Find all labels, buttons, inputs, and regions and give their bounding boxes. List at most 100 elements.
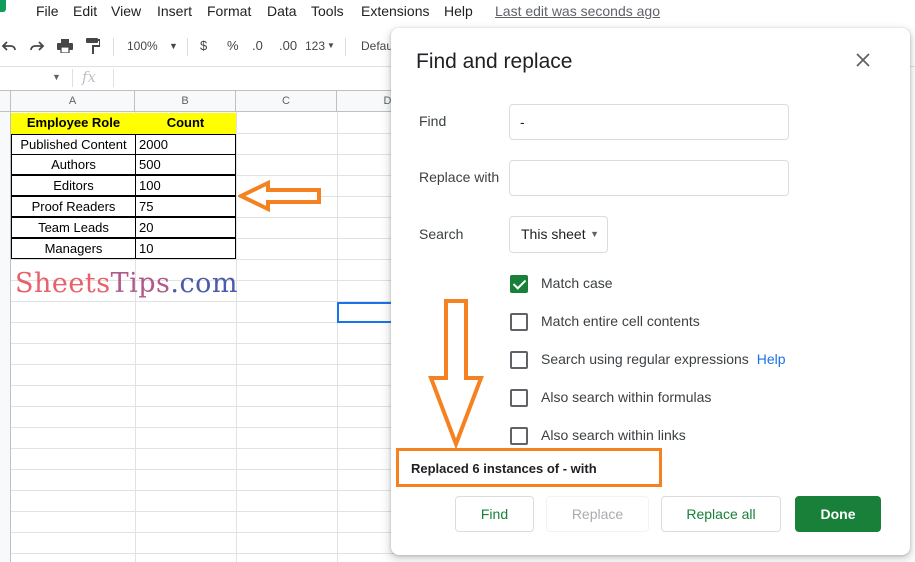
match-case-label: Match case <box>541 275 613 291</box>
search-scope-select[interactable]: This sheet ▼ <box>509 216 608 253</box>
replace-with-input[interactable] <box>509 160 789 196</box>
annotation-down-arrow-icon <box>428 299 484 448</box>
search-scope-value: This sheet <box>521 226 586 242</box>
formula-bar-divider <box>72 69 73 87</box>
find-label: Find <box>419 113 447 129</box>
watermark-part: Sheets <box>15 268 111 299</box>
menu-bar: File Edit View Insert Format Data Tools … <box>0 0 915 24</box>
find-button[interactable]: Find <box>455 496 534 532</box>
table-header-role[interactable]: Employee Role <box>11 113 136 134</box>
menu-view[interactable]: View <box>111 2 141 20</box>
match-entire-cell-checkbox[interactable] <box>510 313 528 331</box>
match-case-checkbox[interactable] <box>510 275 528 293</box>
name-box-chevron-down-icon[interactable]: ▼ <box>52 72 61 82</box>
chevron-down-icon: ▼ <box>590 229 599 239</box>
font-select[interactable]: Defau <box>361 30 393 62</box>
menu-tools[interactable]: Tools <box>311 2 344 20</box>
toolbar-divider <box>187 38 188 56</box>
menu-file[interactable]: File <box>36 2 59 20</box>
gridline <box>337 112 338 562</box>
spreadsheet-grid[interactable]: A B C D Employee Role Count Published Co… <box>0 90 420 562</box>
search-label: Search <box>419 226 464 242</box>
gridline <box>11 511 420 512</box>
column-header-a[interactable]: A <box>11 91 135 112</box>
watermark-part: Tips <box>110 268 171 299</box>
replace-status-message: Replaced 6 instances of - with <box>411 461 597 476</box>
gridline <box>236 112 237 562</box>
fx-icon: fx <box>82 68 97 86</box>
undo-icon[interactable] <box>0 30 18 62</box>
gridline <box>11 343 420 344</box>
increase-decimal-button[interactable]: .00 <box>279 30 297 62</box>
table-cell-count[interactable]: 500 <box>135 154 236 175</box>
active-cell-selection[interactable] <box>337 302 397 323</box>
table-cell-count[interactable]: 100 <box>135 175 236 196</box>
more-formats-button[interactable]: 123 <box>305 30 325 62</box>
done-button[interactable]: Done <box>795 496 881 532</box>
close-icon[interactable] <box>852 50 874 72</box>
more-formats-chevron-down-icon[interactable]: ▼ <box>327 30 335 62</box>
replace-all-button[interactable]: Replace all <box>661 496 781 532</box>
menu-data[interactable]: Data <box>267 2 297 20</box>
menu-edit[interactable]: Edit <box>73 2 97 20</box>
gridline <box>11 553 420 554</box>
table-header-count[interactable]: Count <box>135 113 236 134</box>
table-cell-role[interactable]: Published Content <box>11 134 136 155</box>
table-cell-count[interactable]: 75 <box>135 196 236 217</box>
find-input[interactable]: - <box>509 104 789 140</box>
select-all-corner[interactable] <box>0 91 11 112</box>
last-edit-link[interactable]: Last edit was seconds ago <box>495 2 660 20</box>
menu-help[interactable]: Help <box>444 2 473 20</box>
dialog-title: Find and replace <box>416 50 573 73</box>
gridline <box>11 364 420 365</box>
sheets-logo-icon[interactable] <box>0 0 6 12</box>
column-header-c[interactable]: C <box>236 91 337 112</box>
table-cell-count[interactable]: 10 <box>135 238 236 259</box>
paint-format-icon[interactable] <box>83 30 103 62</box>
gridline <box>11 490 420 491</box>
regex-label: Search using regular expressions <box>541 351 749 367</box>
print-icon[interactable] <box>55 30 75 62</box>
redo-icon[interactable] <box>27 30 47 62</box>
zoom-chevron-down-icon[interactable]: ▼ <box>169 30 178 62</box>
table-cell-role[interactable]: Team Leads <box>11 217 136 238</box>
sheetstips-watermark: SheetsTips.com <box>15 268 238 299</box>
replace-button[interactable]: Replace <box>546 496 649 532</box>
gridline <box>11 427 420 428</box>
search-links-checkbox[interactable] <box>510 427 528 445</box>
regex-checkbox[interactable] <box>510 351 528 369</box>
currency-format-button[interactable]: $ <box>200 30 207 62</box>
table-cell-count[interactable]: 2000 <box>135 134 236 155</box>
help-link[interactable]: Help <box>757 351 786 367</box>
zoom-select[interactable]: 100% <box>127 30 158 62</box>
table-cell-role[interactable]: Managers <box>11 238 136 259</box>
toolbar-divider <box>345 38 346 56</box>
find-replace-dialog: Find and replace Find - Replace with Sea… <box>391 28 910 555</box>
gridline <box>11 469 420 470</box>
column-header-b[interactable]: B <box>135 91 236 112</box>
watermark-part: .com <box>170 268 238 299</box>
regex-label-group: Search using regular expressions Help <box>541 351 786 367</box>
menu-format[interactable]: Format <box>207 2 251 20</box>
gridline <box>11 532 420 533</box>
gridline <box>11 259 420 260</box>
column-header-row: A B C D <box>0 90 420 112</box>
search-formulas-checkbox[interactable] <box>510 389 528 407</box>
menu-extensions[interactable]: Extensions <box>361 2 429 20</box>
gridline <box>11 385 420 386</box>
percent-format-button[interactable]: % <box>227 30 239 62</box>
row-header-column <box>0 112 11 562</box>
table-cell-count[interactable]: 20 <box>135 217 236 238</box>
regex-option[interactable]: Search using regular expressions Help <box>509 350 869 370</box>
match-entire-cell-label: Match entire cell contents <box>541 313 700 329</box>
replace-with-label: Replace with <box>419 169 500 185</box>
toolbar-divider <box>113 38 114 56</box>
decrease-decimal-button[interactable]: .0 <box>252 30 263 62</box>
gridline <box>11 448 420 449</box>
table-cell-role[interactable]: Proof Readers <box>11 196 136 217</box>
annotation-left-arrow-icon <box>238 180 321 212</box>
table-cell-role[interactable]: Editors <box>11 175 136 196</box>
gridline <box>11 406 420 407</box>
menu-insert[interactable]: Insert <box>157 2 192 20</box>
table-cell-role[interactable]: Authors <box>11 154 136 175</box>
